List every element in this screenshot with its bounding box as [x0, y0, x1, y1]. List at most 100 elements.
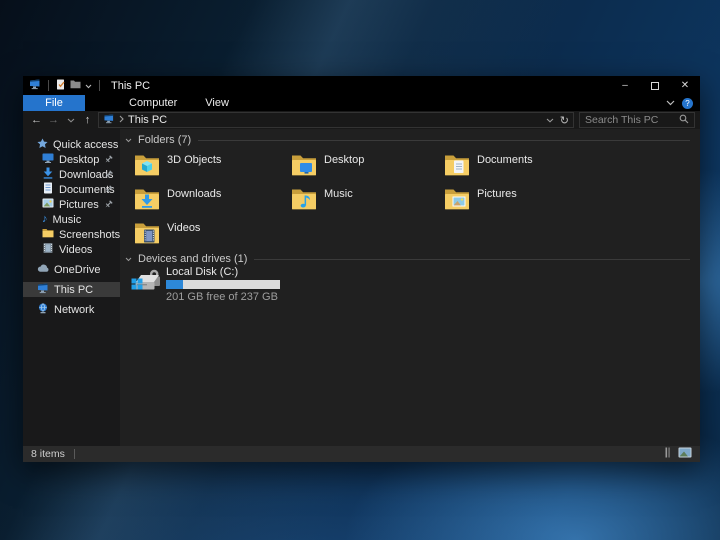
- search-icon[interactable]: [679, 114, 689, 127]
- collapse-chevron-icon[interactable]: [125, 253, 132, 265]
- folder-desktop-icon: [291, 153, 317, 183]
- section-header-devices[interactable]: Devices and drives (1): [125, 253, 690, 265]
- folder-tile-documents[interactable]: Documents: [444, 151, 596, 183]
- cloud-icon: [37, 263, 49, 276]
- maximize-button[interactable]: [640, 76, 670, 95]
- new-folder-icon[interactable]: [70, 79, 81, 92]
- collapse-chevron-icon[interactable]: [125, 134, 132, 146]
- recent-locations-chevron-icon[interactable]: [62, 111, 79, 129]
- maximize-icon: [651, 81, 659, 90]
- customize-toolbar-chevron-icon[interactable]: [85, 80, 92, 92]
- sidebar-item-screenshots[interactable]: Screenshots: [23, 227, 120, 242]
- expand-ribbon-chevron-icon[interactable]: [666, 97, 675, 109]
- folder-downloads-icon: [134, 187, 160, 217]
- this-pc-app-icon: [29, 79, 41, 93]
- download-icon: [42, 167, 54, 182]
- sidebar-item-onedrive[interactable]: OneDrive: [23, 262, 120, 277]
- document-icon: [42, 182, 54, 197]
- properties-icon[interactable]: [56, 79, 66, 93]
- file-explorer-window: This PC – ✕ File Computer View ? ← → ↑ T…: [23, 76, 700, 462]
- toolbar-separator: [48, 80, 49, 91]
- thumbnails-view-icon[interactable]: [678, 447, 692, 461]
- folder-tile-3d-objects[interactable]: 3D Objects: [134, 151, 286, 183]
- toolbar-separator: [99, 80, 100, 91]
- breadcrumb[interactable]: This PC: [128, 114, 167, 126]
- section-header-folders[interactable]: Folders (7): [125, 134, 690, 146]
- folder-music-icon: [291, 187, 317, 217]
- address-dropdown-chevron-icon[interactable]: [546, 114, 554, 126]
- breadcrumb-chevron-icon[interactable]: [119, 114, 124, 126]
- search-input[interactable]: [585, 114, 679, 126]
- sidebar-item-documents[interactable]: Documents: [23, 182, 120, 197]
- folder-name: Downloads: [167, 188, 222, 200]
- folder-documents-icon: [444, 153, 470, 183]
- forward-icon[interactable]: →: [45, 111, 62, 129]
- folder-tile-desktop[interactable]: Desktop: [291, 151, 443, 183]
- status-bar: 8 items: [23, 446, 700, 462]
- this-pc-breadcrumb-icon: [103, 113, 115, 127]
- file-list-pane[interactable]: Folders (7) 3D Objects Desktop Documents: [120, 129, 700, 446]
- sidebar-item-label: This PC: [54, 283, 94, 296]
- address-input-box[interactable]: This PC ↻: [98, 112, 574, 128]
- sidebar-item-this-pc[interactable]: This PC: [23, 282, 120, 297]
- sidebar-item-pictures[interactable]: Pictures: [23, 197, 120, 212]
- section-label: Folders (7): [138, 134, 192, 146]
- folder-icon: [42, 228, 54, 241]
- tab-computer[interactable]: Computer: [115, 95, 191, 111]
- section-divider: [198, 139, 690, 141]
- folder-name: Music: [324, 188, 353, 200]
- sidebar-item-label: Videos: [59, 243, 93, 256]
- up-icon[interactable]: ↑: [79, 111, 96, 129]
- sidebar-item-quick-access[interactable]: Quick access: [23, 137, 120, 152]
- status-divider: [73, 449, 75, 459]
- folder-3d-objects-icon: [134, 153, 160, 183]
- refresh-icon[interactable]: ↻: [560, 114, 569, 127]
- folder-tile-downloads[interactable]: Downloads: [134, 185, 286, 217]
- ribbon-right-controls: ?: [666, 95, 700, 111]
- picture-icon: [42, 197, 54, 212]
- view-toggle-buttons: [662, 447, 692, 461]
- address-right-controls: ↻: [546, 114, 569, 127]
- hard-drive-bitlocker-icon: [130, 265, 162, 303]
- folder-name: Documents: [477, 154, 533, 166]
- title-bar[interactable]: This PC – ✕: [23, 76, 700, 95]
- network-icon: [37, 302, 49, 317]
- music-note-icon: ♪: [42, 213, 48, 225]
- folder-name: Pictures: [477, 188, 517, 200]
- address-bar: ← → ↑ This PC ↻: [23, 111, 700, 129]
- minimize-button[interactable]: –: [610, 76, 640, 95]
- close-button[interactable]: ✕: [670, 76, 700, 95]
- folder-name: Desktop: [324, 154, 365, 166]
- video-icon: [42, 242, 54, 257]
- drive-tile-local-disk-c[interactable]: Local Disk (C:) 201 GB free of 237 GB: [130, 265, 280, 303]
- window-title: This PC: [111, 79, 151, 92]
- drive-usage-fill: [166, 280, 184, 289]
- quick-access-toolbar: This PC: [23, 79, 150, 93]
- ribbon-tab-bar: File Computer View ?: [23, 95, 700, 111]
- sidebar-item-music[interactable]: ♪ Music: [23, 212, 120, 227]
- search-box[interactable]: [579, 112, 695, 128]
- star-icon: [37, 138, 48, 152]
- drive-usage-bar: [166, 280, 280, 289]
- sidebar-item-label: Pictures: [59, 198, 99, 211]
- drive-info: Local Disk (C:) 201 GB free of 237 GB: [166, 265, 280, 303]
- details-view-icon[interactable]: [662, 447, 672, 461]
- pin-icon: [104, 155, 113, 167]
- help-icon[interactable]: ?: [682, 97, 693, 109]
- folder-tile-pictures[interactable]: Pictures: [444, 185, 596, 217]
- section-divider: [254, 258, 690, 260]
- tab-view[interactable]: View: [191, 95, 243, 111]
- drive-free-space: 201 GB free of 237 GB: [166, 291, 278, 303]
- navigation-pane: Quick access Desktop Downloads Documents: [23, 129, 120, 446]
- sidebar-item-label: Music: [52, 213, 82, 226]
- sidebar-item-network[interactable]: Network: [23, 302, 120, 317]
- desktop-icon: [42, 152, 54, 167]
- back-icon[interactable]: ←: [28, 111, 45, 129]
- folder-pictures-icon: [444, 187, 470, 217]
- sidebar-item-downloads[interactable]: Downloads: [23, 167, 120, 182]
- folder-tile-music[interactable]: Music: [291, 185, 443, 217]
- sidebar-item-desktop[interactable]: Desktop: [23, 152, 120, 167]
- tab-file[interactable]: File: [23, 95, 85, 111]
- sidebar-item-videos[interactable]: Videos: [23, 242, 120, 257]
- folder-tile-videos[interactable]: Videos: [134, 219, 286, 251]
